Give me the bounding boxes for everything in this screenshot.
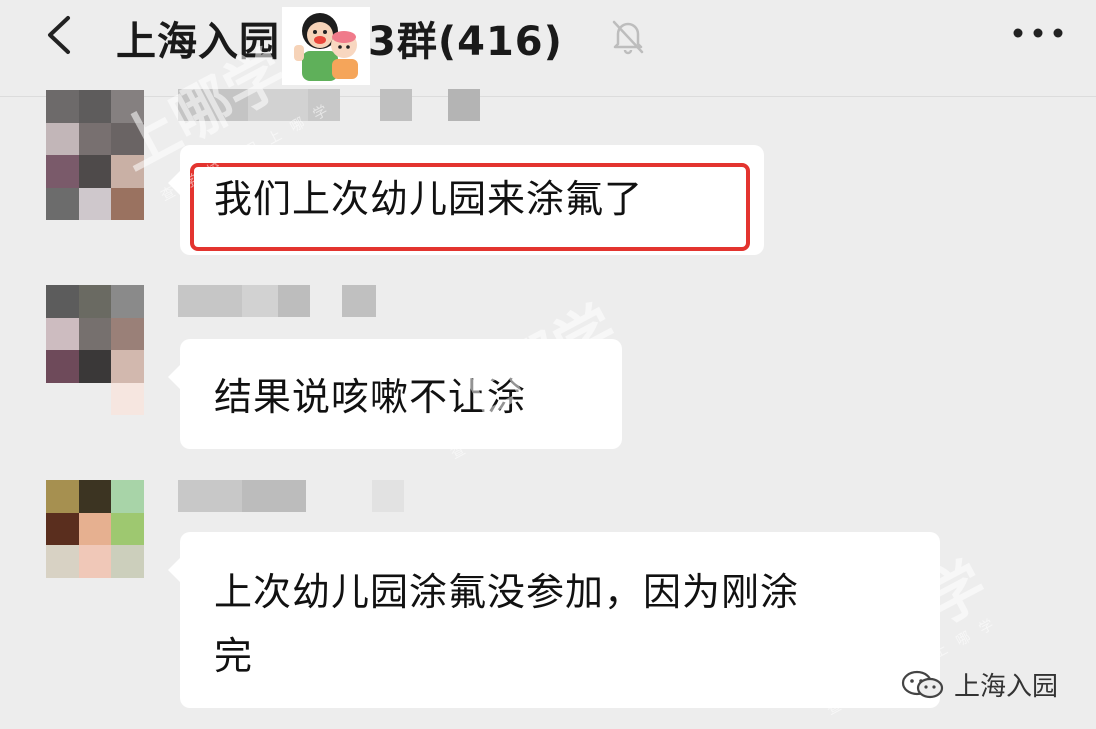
wechat-icon bbox=[901, 670, 944, 698]
chat-title-suffix: 3群(416) bbox=[368, 19, 563, 65]
brand-name: 上海入园 bbox=[954, 672, 1059, 702]
sender-avatar[interactable] bbox=[46, 285, 144, 415]
more-button[interactable] bbox=[1008, 18, 1068, 48]
message-text-line2: 完 bbox=[214, 634, 254, 678]
sender-name-blurred bbox=[178, 480, 404, 512]
chat-title-prefix: 上海入园 bbox=[116, 19, 280, 65]
message-text-line1: 上次幼儿园涂氟没参加，因为刚涂 bbox=[214, 570, 800, 614]
message-text: 结果说咳嗽不让涂 bbox=[214, 375, 527, 419]
sticker-image bbox=[282, 7, 370, 85]
back-button[interactable] bbox=[38, 12, 84, 58]
highlight-box bbox=[190, 163, 750, 251]
brand-mark: 上海入园 bbox=[900, 666, 1058, 703]
message-bubble[interactable]: 结果说咳嗽不让涂 bbox=[168, 339, 622, 449]
sender-avatar[interactable] bbox=[46, 90, 144, 220]
message-bubble[interactable]: 上次幼儿园涂氟没参加，因为刚涂 完 bbox=[168, 532, 940, 708]
chat-title: 上海入园 3群(416) bbox=[116, 7, 563, 85]
sender-name-blurred bbox=[178, 285, 376, 317]
chat-header: 上海入园 3群(416) bbox=[0, 0, 1096, 85]
sender-name-blurred bbox=[178, 89, 480, 121]
chevron-left-icon bbox=[48, 16, 70, 54]
more-dots-icon bbox=[1013, 28, 1063, 38]
sender-avatar[interactable] bbox=[46, 480, 144, 610]
header-divider bbox=[0, 96, 1096, 97]
bell-off-icon bbox=[606, 14, 650, 58]
